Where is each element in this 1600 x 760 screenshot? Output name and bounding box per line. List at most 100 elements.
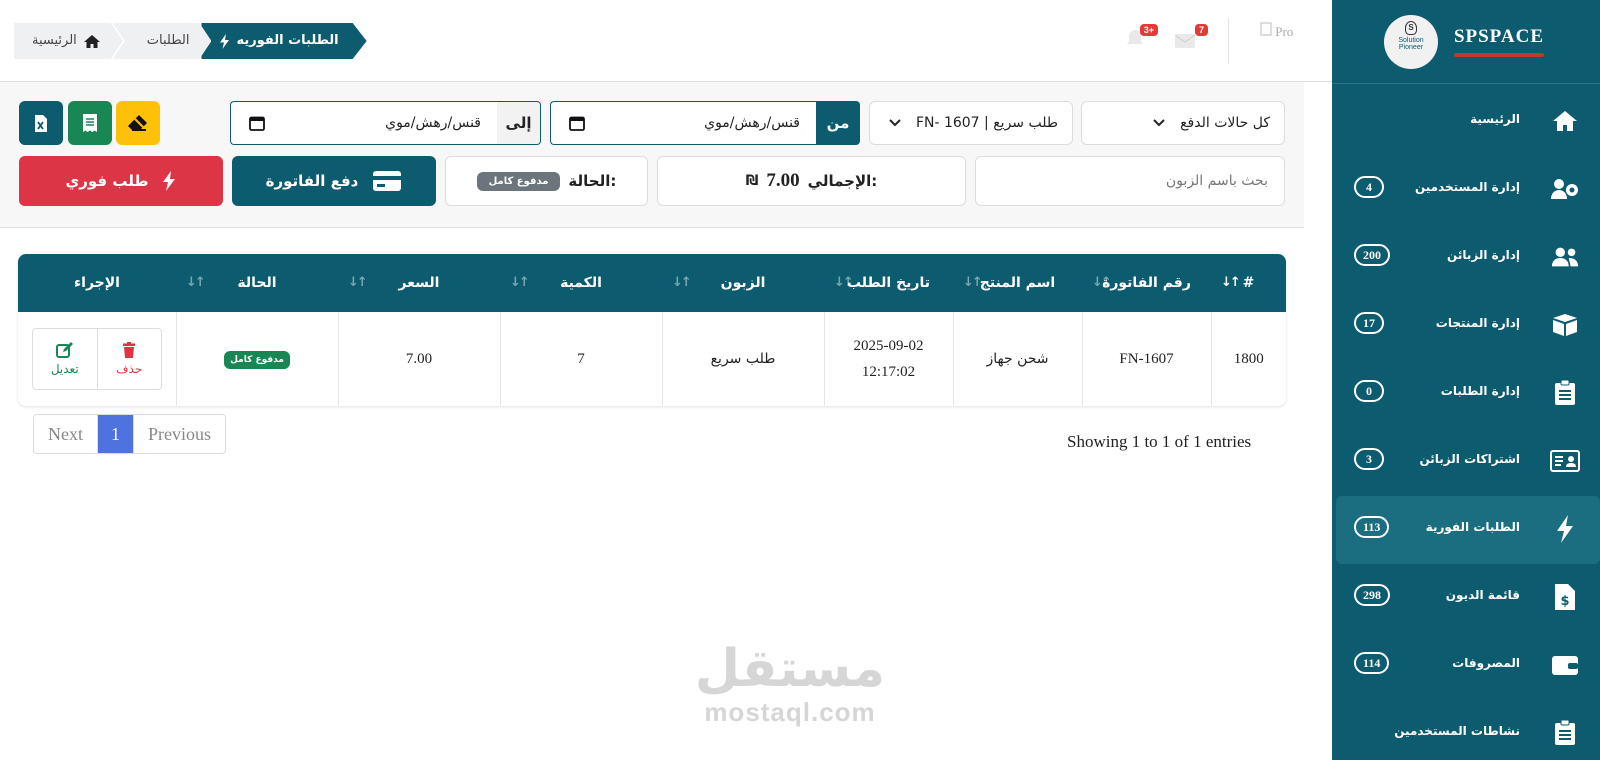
logo-line-1: Solution <box>1398 37 1424 44</box>
breadcrumb-home-label: الرئيسية <box>32 33 77 48</box>
quick-order-label: طلب فوري <box>65 172 149 190</box>
profile-image[interactable]: Pro <box>1260 22 1293 40</box>
receipt-button[interactable] <box>68 101 112 145</box>
invoice-select[interactable]: FN- 1607 | طلب سريع <box>869 101 1073 145</box>
customer-search-input[interactable]: بحث باسم الزبون <box>975 156 1285 206</box>
column-header-product[interactable]: اسم المنتج ↑↓ <box>953 254 1082 312</box>
table-row: 1800 FN-1607 شحن جهاز 2025-09-02 12:17:0… <box>18 312 1286 406</box>
clipboard-icon <box>1550 378 1580 408</box>
entries-info: Showing 1 to 1 of 1 entries <box>1067 432 1252 451</box>
pay-invoice-button[interactable]: دفع الفاتورة <box>232 156 436 206</box>
cell-product: شحن جهاز <box>952 312 1082 406</box>
date-to-input[interactable]: قنس/رهش/موي <box>230 101 497 145</box>
export-excel-button[interactable] <box>19 101 63 145</box>
status-badge: مدفوع كامل <box>224 350 290 369</box>
sort-icon: ↑↓ <box>1092 275 1112 290</box>
sidebar-item-label: إدارة المنتجات <box>1435 316 1520 330</box>
sidebar-item-label: المصروفات <box>1452 656 1520 670</box>
delete-label: حذف <box>116 362 143 376</box>
sidebar-item-quick-orders[interactable]: الطلبات الفورية 113 <box>1336 496 1600 564</box>
messages-button[interactable]: 7 <box>1172 24 1208 56</box>
clear-filters-button[interactable] <box>116 101 160 145</box>
breadcrumb-home[interactable]: الرئيسية <box>14 23 123 59</box>
column-header-invoice[interactable]: رقم الفاتورة ↑↓ <box>1082 254 1211 312</box>
breadcrumb: الطلبات الفوريه الطلبات الرئيسية <box>24 23 367 59</box>
sidebar-item-label: الطلبات الفورية <box>1425 520 1520 534</box>
payment-status-select[interactable]: كل حالات الدفع <box>1081 101 1285 145</box>
date-from-label: من <box>816 101 860 145</box>
sidebar-item-badge: 3 <box>1354 448 1384 470</box>
chevron-down-icon <box>889 119 901 127</box>
calendar-icon <box>569 116 585 131</box>
column-header-action: الإجراء <box>18 254 176 312</box>
top-header: الطلبات الفوريه الطلبات الرئيسية 3+ 7 Pr… <box>0 0 1332 82</box>
previous-page-button[interactable]: Previous <box>133 415 225 453</box>
sort-icon: ↑↓ <box>834 275 854 290</box>
sidebar-item-debts[interactable]: $ قائمة الديون 298 <box>1332 564 1600 632</box>
sidebar-item-orders[interactable]: إدارة الطلبات 0 <box>1332 360 1600 428</box>
sidebar-item-label: قائمة الديون <box>1445 588 1520 602</box>
column-header-id[interactable]: # ↑↓ <box>1211 254 1286 312</box>
column-header-qty[interactable]: الكمية ↑↓ <box>500 254 662 312</box>
watermark-latin: mostaql.com <box>704 697 876 727</box>
page-1-button[interactable]: 1 <box>97 415 133 453</box>
quick-order-button[interactable]: طلب فوري <box>19 156 223 206</box>
customer-search-placeholder: بحث باسم الزبون <box>1165 173 1268 189</box>
sort-asc-icon: ↑↓ <box>1221 275 1241 290</box>
sidebar-item-expenses[interactable]: المصروفات 114 <box>1332 632 1600 700</box>
broken-image-icon <box>1260 22 1272 36</box>
brand: S Solution Pioneer SPSPACE <box>1332 0 1600 84</box>
column-header-date[interactable]: تاريخ الطلب ↑↓ <box>824 254 953 312</box>
cell-actions: حذف تعديل <box>18 312 176 406</box>
cell-date: 2025-09-02 12:17:02 <box>823 312 953 406</box>
sidebar-item-badge: 298 <box>1354 584 1390 606</box>
trash-icon <box>123 342 136 358</box>
sort-icon: ↑↓ <box>348 275 368 290</box>
sort-icon: ↑↓ <box>186 275 206 290</box>
cell-invoice: FN-1607 <box>1081 312 1211 406</box>
sidebar-item-activities[interactable]: نشاطات المستخدمين <box>1332 700 1600 760</box>
header-divider <box>1228 18 1229 64</box>
date-from-input[interactable]: قنس/رهش/موي <box>550 101 816 145</box>
invoice-select-value: FN- 1607 | طلب سريع <box>915 115 1058 131</box>
status-badge: مدفوع كامل <box>476 171 561 191</box>
sidebar-item-users[interactable]: إدارة المستخدمين 4 <box>1332 156 1600 224</box>
breadcrumb-orders[interactable]: الطلبات <box>113 23 212 59</box>
sidebar-item-badge: 200 <box>1354 244 1390 266</box>
edit-button[interactable]: تعديل <box>33 329 97 389</box>
sidebar-item-home[interactable]: الرئيسية <box>1332 88 1600 156</box>
next-page-button[interactable]: Next <box>34 415 97 453</box>
column-header-price[interactable]: السعر ↑↓ <box>338 254 500 312</box>
cell-date-day: 2025-09-02 <box>853 338 924 354</box>
invoice-dollar-icon: $ <box>1550 582 1580 612</box>
sidebar-item-label: الرئيسية <box>1470 112 1520 126</box>
column-header-action-label: الإجراء <box>74 275 120 291</box>
date-to-placeholder: قنس/رهش/موي <box>385 115 481 131</box>
notifications-button[interactable]: 3+ <box>1122 24 1158 56</box>
sidebar-nav: الرئيسية إدارة المستخدمين 4 إدارة الزبائ… <box>1332 88 1600 760</box>
column-header-customer[interactable]: الزبون ↑↓ <box>662 254 824 312</box>
row-actions: حذف تعديل <box>31 328 162 390</box>
watermark: مستقل mostaql.com <box>690 640 890 726</box>
sort-icon: ↑↓ <box>963 275 983 290</box>
delete-button[interactable]: حذف <box>96 329 161 389</box>
sidebar-item-badge: 4 <box>1354 176 1384 198</box>
cell-price: 7.00 <box>337 312 500 406</box>
brand-underline <box>1454 53 1544 57</box>
sidebar-item-subscriptions[interactable]: اشتراكات الزبائن 3 <box>1332 428 1600 496</box>
sidebar-item-label: نشاطات المستخدمين <box>1394 724 1520 738</box>
wallet-icon <box>1550 650 1580 680</box>
sidebar-item-badge: 0 <box>1354 380 1384 402</box>
column-header-status[interactable]: الحالة ↑↓ <box>176 254 338 312</box>
profile-alt-text: Pro <box>1275 24 1294 39</box>
sidebar-item-customers[interactable]: إدارة الزبائن 200 <box>1332 224 1600 292</box>
breadcrumb-orders-label: الطلبات <box>146 33 190 48</box>
sidebar-item-products[interactable]: إدارة المنتجات 17 <box>1332 292 1600 360</box>
sort-icon: ↑↓ <box>510 275 530 290</box>
pay-invoice-label: دفع الفاتورة <box>265 172 359 190</box>
total-value: 7.00 <box>766 170 800 191</box>
brand-logo[interactable]: S Solution Pioneer <box>1384 15 1438 69</box>
date-from-placeholder: قنس/رهش/موي <box>704 115 800 131</box>
date-to-label: إلى <box>497 101 541 145</box>
chevron-down-icon <box>1153 119 1165 127</box>
